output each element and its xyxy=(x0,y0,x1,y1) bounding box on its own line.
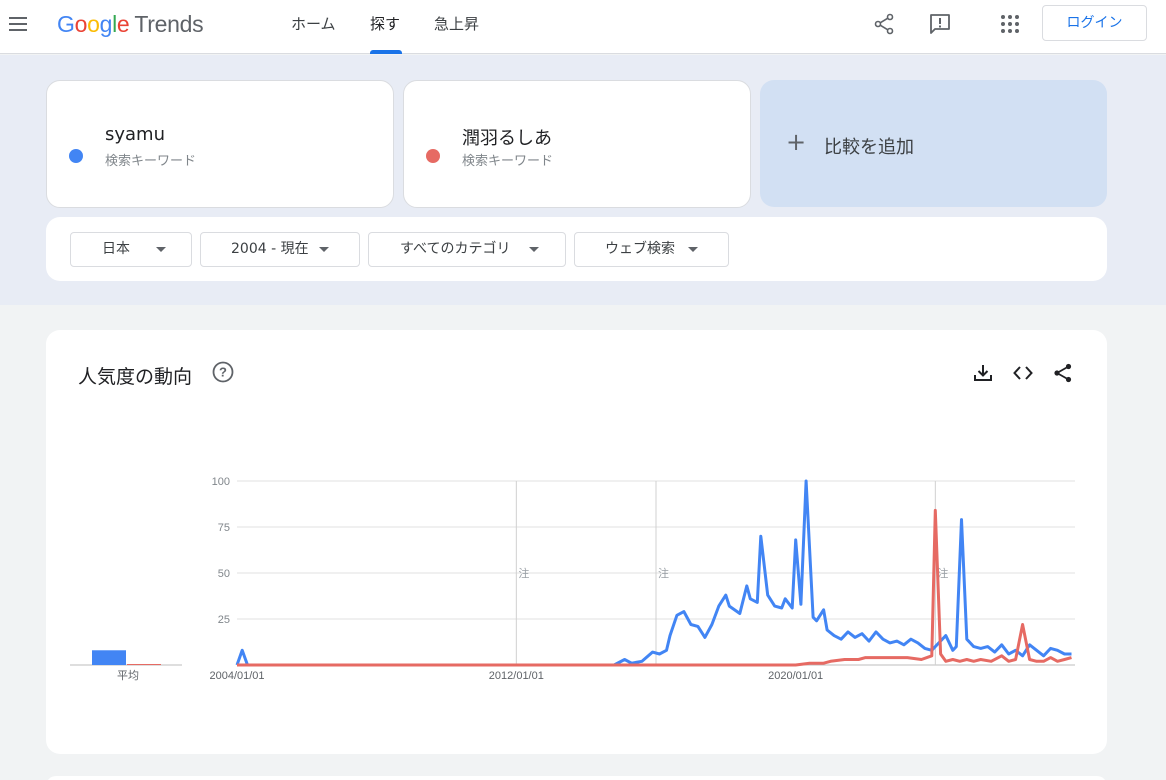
term-type: 検索キーワード xyxy=(462,154,554,169)
series-color-dot xyxy=(426,149,440,163)
add-comparison-label: 比較を追加 xyxy=(824,137,914,158)
y-tick-label: 25 xyxy=(218,614,230,626)
interest-over-time-card: 人気度の動向 ? 100 75 50 25 注注注 2004/01/01 2012/01/0… xyxy=(46,330,1107,754)
chevron-down-icon xyxy=(688,247,698,252)
menu-icon[interactable] xyxy=(8,12,32,36)
category-select[interactable]: すべてのカテゴリ xyxy=(368,232,566,267)
y-tick-label: 100 xyxy=(212,476,230,488)
term-type: 検索キーワード xyxy=(105,154,197,169)
next-card-edge xyxy=(46,776,1107,780)
x-tick-label: 2004/01/01 xyxy=(209,670,264,682)
trends-wordmark: Trends xyxy=(134,11,204,37)
average-bar xyxy=(127,664,161,665)
term-card-rushia[interactable]: 潤羽るしあ 検索キーワード xyxy=(403,80,751,208)
share-icon[interactable] xyxy=(872,12,896,36)
tab-trending[interactable]: 急上昇 xyxy=(434,0,479,54)
series-color-dot xyxy=(69,149,83,163)
tab-explore[interactable]: 探す xyxy=(370,0,400,54)
login-button[interactable]: ログイン xyxy=(1042,5,1147,41)
x-tick-label: 2020/01/01 xyxy=(768,670,823,682)
tab-home[interactable]: ホーム xyxy=(291,0,336,54)
top-header: Google Trends ホーム 探す 急上昇 ログイン xyxy=(0,0,1166,54)
chevron-down-icon xyxy=(319,247,329,252)
plus-icon: + xyxy=(786,128,807,156)
interest-line-chart: 100755025注注注2004/01/01 2012/01/01 2020/01/… xyxy=(70,476,1075,682)
apps-grid-icon[interactable] xyxy=(998,12,1022,36)
feedback-icon[interactable] xyxy=(928,12,952,36)
region-value: 日本 xyxy=(102,241,130,257)
google-trends-logo[interactable]: Google Trends xyxy=(57,11,204,38)
period-value: 2004 - 現在 xyxy=(231,241,309,257)
chevron-down-icon xyxy=(529,247,539,252)
chevron-down-icon xyxy=(156,247,166,252)
y-tick-label: 50 xyxy=(218,568,230,580)
add-comparison-button[interactable]: + 比較を追加 xyxy=(760,80,1107,207)
term-name: syamu xyxy=(105,124,166,145)
period-select[interactable]: 2004 - 現在 xyxy=(200,232,360,267)
average-bar xyxy=(92,650,126,665)
active-tab-indicator xyxy=(370,50,402,54)
region-select[interactable]: 日本 xyxy=(70,232,192,267)
note-marker: 注 xyxy=(658,566,669,580)
average-label: 平均 xyxy=(117,669,139,682)
x-tick-label: 2012/01/01 xyxy=(489,670,544,682)
filter-bar: 日本 2004 - 現在 すべてのカテゴリ ウェブ検索 xyxy=(46,217,1107,281)
category-value: すべてのカテゴリ xyxy=(400,241,511,257)
series-line-1 xyxy=(237,508,1072,667)
y-tick-label: 75 xyxy=(218,522,230,534)
term-name: 潤羽るしあ xyxy=(462,128,552,149)
note-marker: 注 xyxy=(518,566,529,580)
term-card-syamu[interactable]: syamu 検索キーワード xyxy=(46,80,394,208)
search-property-select[interactable]: ウェブ検索 xyxy=(574,232,729,267)
google-wordmark: Google xyxy=(57,11,130,37)
search-property-value: ウェブ検索 xyxy=(605,241,675,257)
